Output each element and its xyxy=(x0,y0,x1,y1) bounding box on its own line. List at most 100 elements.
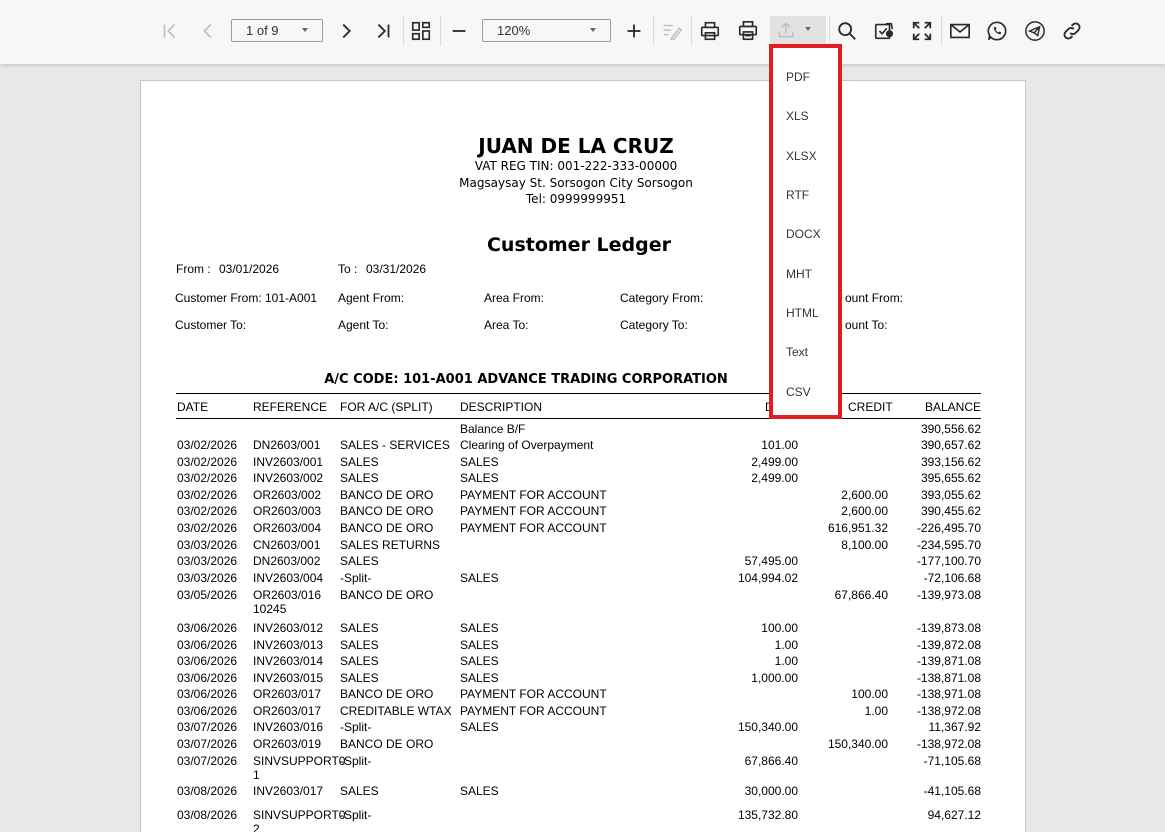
cell-balance: 94,627.12 xyxy=(927,808,981,822)
cell-ref: OR2603/004 xyxy=(253,521,322,535)
telegram-icon[interactable] xyxy=(1020,16,1050,46)
cell-balance: 393,156.62 xyxy=(920,455,981,469)
vat-reg-tin: VAT REG TIN: 001-222-333-00000 xyxy=(474,159,678,173)
print-icon[interactable] xyxy=(695,16,725,46)
cell-foracct: BANCO DE ORO xyxy=(340,504,434,518)
cell-ref: INV2603/013 xyxy=(253,638,324,652)
cell-balance: 395,655.62 xyxy=(920,471,981,485)
cell-ref: INV2603/004 xyxy=(253,571,324,585)
cell-balance: -71,105.68 xyxy=(923,754,981,768)
filter-agent-to: Agent To: xyxy=(338,318,389,332)
export-format-menu: PDF XLS XLSX RTF DOCX MHT HTML Text CSV xyxy=(769,44,842,419)
first-page-icon[interactable] xyxy=(155,16,185,46)
cell-balance: 390,455.62 xyxy=(920,504,981,518)
cell-ref: CN2603/001 xyxy=(253,538,321,552)
cell-ref: OR2603/002 xyxy=(253,488,322,502)
from-date: 03/01/2026 xyxy=(219,262,280,276)
toolbar-separator xyxy=(691,16,692,46)
cell-foracct: BANCO DE ORO xyxy=(340,737,434,751)
cell-ref: INV2603/012 xyxy=(253,621,324,635)
cell-debit: 67,866.40 xyxy=(744,754,798,768)
cell-foracct: BANCO DE ORO xyxy=(340,588,434,602)
full-screen-icon[interactable] xyxy=(907,16,937,46)
zoom-selector[interactable]: 120% xyxy=(482,19,611,42)
cell-date: 03/07/2026 xyxy=(177,737,238,751)
export-button[interactable] xyxy=(770,16,826,44)
cell-balance: -138,972.08 xyxy=(916,704,981,718)
cell-debit: 104,994.02 xyxy=(737,571,798,585)
link-icon[interactable] xyxy=(1057,16,1087,46)
email-icon[interactable] xyxy=(945,16,975,46)
table-top-rule xyxy=(176,393,981,394)
editing-fields-icon[interactable] xyxy=(657,16,687,46)
export-rtf-option[interactable]: RTF xyxy=(786,188,809,202)
table-header-rule xyxy=(176,418,981,419)
cell-desc: SALES xyxy=(460,571,499,585)
cell-date: 03/03/2026 xyxy=(177,554,238,568)
filter-customer-to: Customer To: xyxy=(175,318,247,332)
cell-balance: -177,100.70 xyxy=(916,554,981,568)
cell-foracct: SALES RETURNS xyxy=(340,538,441,552)
export-pdf-option[interactable]: PDF xyxy=(786,70,810,84)
cell-credit: 616,951.32 xyxy=(827,521,888,535)
cell-balance: -139,872.08 xyxy=(916,638,981,652)
cell-ref: SINVSUPPORT0 xyxy=(253,754,346,768)
cell-date: 03/07/2026 xyxy=(177,754,238,768)
cell-balance: -41,105.68 xyxy=(923,784,981,798)
cell-credit: 150,340.00 xyxy=(827,737,888,751)
cell-ref: INV2603/015 xyxy=(253,671,324,685)
export-html-option[interactable]: HTML xyxy=(786,306,819,320)
cell-date: 03/03/2026 xyxy=(177,571,238,585)
cell-date: 03/07/2026 xyxy=(177,720,238,734)
filter-agent-from: Agent From: xyxy=(338,291,405,305)
cell-ref: OR2603/017 xyxy=(253,687,322,701)
cell-balance: 11,367.92 xyxy=(928,720,982,734)
cell-credit: 2,600.00 xyxy=(841,488,888,502)
export-xls-option[interactable]: XLS xyxy=(786,109,809,123)
cell-ref: OR2603/017 xyxy=(253,704,322,718)
cell-foracct: SALES xyxy=(340,471,379,485)
zoom-out-icon[interactable] xyxy=(444,16,474,46)
cell-desc: Clearing of Overpayment xyxy=(460,438,594,452)
cell-desc: PAYMENT FOR ACCOUNT xyxy=(460,488,607,502)
export-docx-option[interactable]: DOCX xyxy=(786,227,821,241)
cell-ref: INV2603/017 xyxy=(253,784,324,798)
cell-balance: -226,495.70 xyxy=(916,521,981,535)
cell-debit: 150,340.00 xyxy=(737,720,798,734)
toolbar-separator xyxy=(653,16,654,46)
filter-area-from: Area From: xyxy=(484,291,545,305)
export-text-option[interactable]: Text xyxy=(786,345,808,359)
cell-debit: 2,499.00 xyxy=(751,455,798,469)
cell-balance: -138,972.08 xyxy=(916,737,981,751)
cell-desc: SALES xyxy=(460,638,499,652)
search-icon[interactable] xyxy=(832,16,862,46)
filter-customer-from: Customer From: 101-A001 xyxy=(175,291,318,305)
export-mht-option[interactable]: MHT xyxy=(786,267,812,281)
export-xlsx-option[interactable]: XLSX xyxy=(786,149,817,163)
multi-page-view-icon[interactable] xyxy=(406,16,436,46)
page-indicator: 1 of 9 xyxy=(246,23,279,38)
column-header-reference: REFERENCE xyxy=(253,400,328,414)
cell-balance: 390,657.62 xyxy=(920,438,981,452)
previous-page-icon[interactable] xyxy=(193,16,223,46)
cell-ref: DN2603/001 xyxy=(253,438,321,452)
zoom-in-icon[interactable] xyxy=(619,16,649,46)
column-header-description: DESCRIPTION xyxy=(460,400,543,414)
toolbar-separator xyxy=(440,16,441,46)
next-page-icon[interactable] xyxy=(331,16,361,46)
whatsapp-icon[interactable] xyxy=(982,16,1012,46)
export-csv-option[interactable]: CSV xyxy=(786,385,811,399)
cell-date: 03/02/2026 xyxy=(177,488,238,502)
filter-area-to: Area To: xyxy=(484,318,529,332)
print-page-icon[interactable] xyxy=(733,16,763,46)
column-header-for-account: FOR A/C (SPLIT) xyxy=(340,400,433,414)
last-page-icon[interactable] xyxy=(368,16,398,46)
cell-credit: 2,600.00 xyxy=(841,504,888,518)
cell-debit: 1.00 xyxy=(774,638,798,652)
to-date: 03/31/2026 xyxy=(366,262,427,276)
cell-desc: PAYMENT FOR ACCOUNT xyxy=(460,504,607,518)
cell-foracct: -Split- xyxy=(340,720,372,734)
filter-category-from: Category From: xyxy=(620,291,704,305)
page-selector[interactable]: 1 of 9 xyxy=(231,19,323,42)
toggle-parameters-icon[interactable] xyxy=(869,16,899,46)
